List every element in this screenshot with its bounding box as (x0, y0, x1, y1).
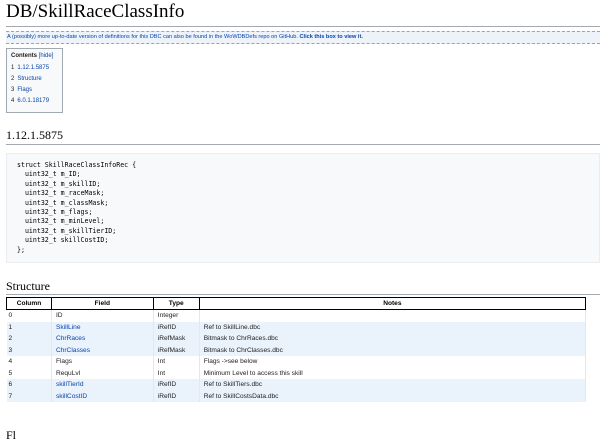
table-row: 4 Flags Int Flags ->see below (6, 356, 587, 368)
cell-field-link[interactable]: ChrRaces (51, 333, 154, 345)
cell-column: 1 (6, 321, 52, 333)
cell-column: 2 (6, 333, 52, 345)
table-row: 5 RequLvl Int Minimum Level to access th… (6, 367, 587, 379)
cell-field: ID (51, 309, 154, 322)
table-row: 1 SkillLine iRefID Ref to SkillLine.dbc (6, 321, 587, 333)
title-divider (6, 26, 600, 27)
wowdbdefs-notice[interactable]: A (possibly) more up-to-date version of … (6, 31, 600, 44)
toc-item-number: 3 (11, 87, 15, 93)
cell-notes: Flags ->see below (199, 356, 587, 368)
cell-column: 7 (6, 390, 52, 402)
toc-item-version-6[interactable]: 4 6.0.1.18179 (11, 98, 58, 104)
section-divider (6, 144, 600, 145)
cell-field-link[interactable]: ChrClasses (51, 344, 154, 356)
cell-notes: Ref to SkillLine.dbc (199, 321, 587, 333)
toc-item-structure[interactable]: 2 Structure (11, 76, 58, 82)
cell-field: Flags (51, 356, 154, 368)
column-header-type: Type (152, 297, 200, 310)
toc-item-version[interactable]: 1 1.12.1.5875 (11, 65, 58, 71)
table-row: 0 ID Integer (6, 309, 587, 322)
column-header-column: Column (6, 297, 52, 310)
cell-column: 6 (6, 379, 52, 391)
toc-item-flags[interactable]: 3 Flags (11, 87, 58, 93)
table-row: 7 skillCostID iRefID Ref to SkillCostsDa… (6, 390, 587, 402)
cell-type: iRefID (153, 379, 200, 391)
toc-item-label: Flags (17, 87, 33, 93)
cell-notes: Bitmask to ChrRaces.dbc (199, 333, 587, 345)
toc-hide-link[interactable]: [hide] (39, 53, 54, 59)
cell-notes: Minimum Level to access this skill (199, 367, 587, 379)
cell-type: iRefMask (153, 333, 200, 345)
cell-column: 0 (6, 309, 52, 322)
toc-item-label: 1.12.1.5875 (17, 65, 50, 71)
cell-notes: Ref to SkillCostsData.dbc (199, 390, 587, 402)
cell-notes: Bitmask to ChrClasses.dbc (199, 344, 587, 356)
section-heading-structure: Structure (6, 279, 50, 293)
cell-notes: Ref to SkillTiers.dbc (199, 379, 587, 391)
toc-item-label: 6.0.1.18179 (17, 98, 50, 104)
toc-item-number: 2 (11, 76, 15, 82)
cell-column: 3 (6, 344, 52, 356)
cell-type: iRefID (153, 390, 200, 402)
struct-code-block: struct SkillRaceClassInfoRec { uint32_t … (6, 153, 600, 263)
toc-header: Contents [hide] (11, 53, 58, 59)
page-title: DB/SkillRaceClassInfo (6, 1, 185, 22)
section-heading-flags-partial: Fl (6, 428, 17, 442)
cell-field: RequLvl (51, 367, 154, 379)
toc-item-label: Structure (17, 76, 42, 82)
section-heading-version: 1.12.1.5875 (6, 128, 63, 142)
cell-type: Int (153, 356, 200, 368)
table-row: 2 ChrRaces iRefMask Bitmask to ChrRaces.… (6, 333, 587, 345)
cell-type: iRefMask (153, 344, 200, 356)
cell-type: iRefID (153, 321, 200, 333)
cell-notes (199, 309, 587, 322)
notice-text: A (possibly) more up-to-date version of … (7, 34, 298, 40)
column-header-notes: Notes (198, 297, 587, 310)
cell-field-link[interactable]: skillCostID (51, 390, 154, 402)
cell-field-link[interactable]: skillTierId (51, 379, 154, 391)
table-of-contents: Contents [hide] 1 1.12.1.5875 2 Structure … (6, 48, 63, 113)
cell-field-link[interactable]: SkillLine (51, 321, 154, 333)
section-divider (6, 294, 600, 295)
notice-view-link[interactable]: Click this box to view it. (299, 34, 362, 40)
toc-title: Contents (11, 53, 37, 59)
toc-item-number: 1 (11, 65, 15, 71)
structure-table: Column Field Type Notes 0 ID Integer 1 S… (6, 297, 587, 402)
cell-column: 5 (6, 367, 52, 379)
cell-type: Int (153, 367, 200, 379)
cell-column: 4 (6, 356, 52, 368)
table-row: 6 skillTierId iRefID Ref to SkillTiers.d… (6, 379, 587, 391)
cell-type: Integer (153, 309, 200, 322)
table-row: 3 ChrClasses iRefMask Bitmask to ChrClas… (6, 344, 587, 356)
table-header-row: Column Field Type Notes (6, 297, 587, 310)
column-header-field: Field (50, 297, 154, 310)
toc-item-number: 4 (11, 98, 15, 104)
